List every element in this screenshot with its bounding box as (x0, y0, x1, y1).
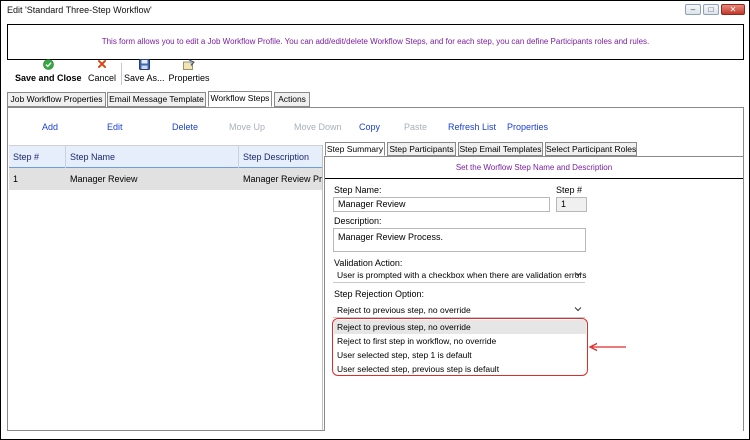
move-up-link[interactable]: Move Up (229, 122, 265, 132)
column-divider (238, 146, 239, 168)
column-header-step-description[interactable]: Step Description (243, 152, 309, 162)
save-and-close-label: Save and Close (15, 73, 82, 83)
edit-link[interactable]: Edit (107, 122, 123, 132)
title-bar: Edit 'Standard Three-Step Workflow' – □ … (2, 2, 749, 20)
add-link[interactable]: Add (42, 122, 58, 132)
close-button[interactable]: ✕ (721, 4, 745, 15)
info-banner: This form allows you to edit a Job Workf… (7, 24, 744, 60)
tab-email-message-template[interactable]: Email Message Template (107, 92, 206, 107)
validation-action-value: User is prompted with a checkbox when th… (337, 270, 587, 280)
description-label: Description: (334, 216, 382, 226)
grid-header: Step # Step Name Step Description (9, 146, 322, 168)
copy-link[interactable]: Copy (359, 122, 380, 132)
description-field[interactable]: Manager Review Process. (333, 228, 586, 252)
panel-heading-text: Set the Worflow Step Name and Descriptio… (455, 163, 613, 172)
cell-step-name: Manager Review (70, 174, 138, 184)
cancel-label: Cancel (87, 73, 116, 83)
step-rejection-select[interactable]: Reject to previous step, no override (333, 303, 585, 318)
tab-actions[interactable]: Actions (274, 92, 310, 107)
move-down-link[interactable]: Move Down (294, 122, 342, 132)
properties-toolbar-button[interactable]: Properties (168, 59, 210, 87)
step-number-field: 1 (556, 197, 587, 212)
window-title: Edit 'Standard Three-Step Workflow' (7, 5, 152, 15)
minimize-button[interactable]: – (685, 4, 701, 15)
edit-workflow-window: Edit 'Standard Three-Step Workflow' – □ … (0, 0, 750, 440)
tab-step-email-templates[interactable]: Step Email Templates (458, 142, 543, 156)
properties-link[interactable]: Properties (507, 122, 548, 132)
save-as-label: Save As... (124, 73, 165, 83)
step-name-field[interactable]: Manager Review (333, 197, 550, 212)
validation-action-label: Validation Action: (334, 258, 403, 268)
floppy-icon (138, 59, 150, 70)
steps-grid: Step # Step Name Step Description 1 Mana… (9, 145, 323, 430)
step-number-label: Step # (556, 185, 583, 195)
tab-job-workflow-properties[interactable]: Job Workflow Properties (7, 92, 106, 107)
save-as-button[interactable]: Save As... (124, 59, 165, 87)
save-and-close-button[interactable]: Save and Close (15, 59, 82, 87)
chevron-down-icon (574, 269, 582, 279)
column-divider (65, 146, 66, 168)
validation-action-select[interactable]: User is prompted with a checkbox when th… (333, 268, 587, 283)
step-rejection-value: Reject to previous step, no override (337, 305, 471, 315)
tab-step-summary[interactable]: Step Summary (325, 142, 385, 156)
tab-select-participant-roles[interactable]: Select Participant Roles (545, 142, 637, 156)
toolbar-separator (121, 63, 122, 85)
properties-icon (183, 59, 195, 70)
annotation-arrow-icon (588, 342, 626, 352)
paste-link[interactable]: Paste (404, 122, 427, 132)
panel-heading: Set the Worflow Step Name and Descriptio… (325, 157, 743, 179)
refresh-list-link[interactable]: Refresh List (448, 122, 496, 132)
check-circle-icon (42, 59, 54, 70)
tab-workflow-steps[interactable]: Workflow Steps (208, 91, 272, 107)
chevron-down-icon (574, 304, 582, 314)
cell-step-number: 1 (13, 174, 19, 184)
x-icon (96, 59, 108, 70)
maximize-button[interactable]: □ (703, 4, 719, 15)
cancel-button[interactable]: Cancel (87, 59, 117, 87)
step-name-label: Step Name: (334, 185, 382, 195)
cell-step-description: Manager Review Proc (243, 174, 323, 184)
column-header-step-number[interactable]: Step # (13, 152, 39, 162)
column-header-step-name[interactable]: Step Name (70, 152, 115, 162)
step-rejection-label: Step Rejection Option: (334, 289, 425, 299)
annotation-highlight-box (332, 318, 588, 376)
table-row[interactable]: 1 Manager Review Manager Review Proc (9, 168, 323, 190)
tab-step-participants[interactable]: Step Participants (387, 142, 456, 156)
info-text: This form allows you to edit a Job Workf… (101, 37, 650, 46)
properties-label: Properties (168, 73, 210, 83)
delete-link[interactable]: Delete (172, 122, 198, 132)
